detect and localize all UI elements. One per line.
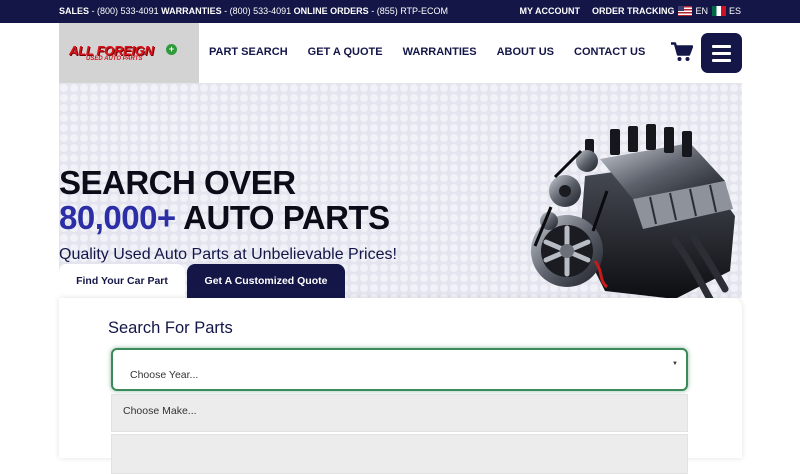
logo-tagline: USED AUTO PARTS: [86, 56, 143, 62]
warranties-label: WARRANTIES: [161, 6, 222, 16]
model-select[interactable]: [111, 434, 688, 474]
main-nav: PART SEARCH GET A QUOTE WARRANTIES ABOUT…: [209, 46, 665, 58]
chevron-down-icon: ▼: [672, 361, 678, 367]
site-logo[interactable]: ALL FOREIGN + USED AUTO PARTS: [59, 23, 199, 83]
contact-numbers: SALES - (800) 533-4091 WARRANTIES - (800…: [59, 6, 448, 16]
hero-headline-line2: 80,000+ AUTO PARTS: [59, 199, 390, 237]
main-header: ALL FOREIGN + USED AUTO PARTS PART SEARC…: [0, 23, 800, 83]
tab-find-your-car-part[interactable]: Find Your Car Part: [59, 264, 185, 298]
hamburger-menu-icon: [712, 45, 731, 48]
account-links: MY ACCOUNT ORDER TRACKING EN ES: [507, 6, 741, 16]
lang-en-link[interactable]: EN: [695, 6, 708, 16]
nav-get-a-quote[interactable]: GET A QUOTE: [308, 46, 383, 58]
nav-part-search[interactable]: PART SEARCH: [209, 46, 288, 58]
tab-get-customized-quote[interactable]: Get A Customized Quote: [187, 264, 345, 298]
search-panel-title: Search For Parts: [108, 319, 233, 337]
search-panel: Search For Parts Choose Year... ▼ Choose…: [59, 298, 742, 474]
cart-icon[interactable]: [671, 42, 693, 62]
online-orders-label: ONLINE ORDERS: [293, 6, 369, 16]
hero-subheadline: Quality Used Auto Parts at Unbelievable …: [59, 246, 397, 263]
nav-about-us[interactable]: ABOUT US: [497, 46, 554, 58]
online-orders-phone[interactable]: - (855) RTP-ECOM: [371, 6, 448, 16]
my-account-link[interactable]: MY ACCOUNT: [519, 6, 580, 16]
warranties-phone[interactable]: - (800) 533-4091: [224, 6, 291, 16]
mexico-flag-icon[interactable]: [711, 6, 726, 16]
order-tracking-link[interactable]: ORDER TRACKING: [592, 6, 675, 16]
nav-warranties[interactable]: WARRANTIES: [403, 46, 477, 58]
hero-headline-rest: AUTO PARTS: [175, 199, 390, 236]
make-select-placeholder: Choose Make...: [123, 405, 197, 417]
nav-contact-us[interactable]: CONTACT US: [574, 46, 645, 58]
top-contact-bar: SALES - (800) 533-4091 WARRANTIES - (800…: [0, 0, 800, 23]
hamburger-line: [712, 52, 731, 55]
logo-plus-badge-icon: +: [166, 44, 177, 55]
make-select[interactable]: Choose Make...: [111, 394, 688, 432]
sales-label: SALES: [59, 6, 90, 16]
hero-parts-count: 80,000+: [59, 199, 176, 236]
us-flag-icon[interactable]: [678, 6, 693, 16]
lang-es-link[interactable]: ES: [729, 6, 741, 16]
hero-headline-line1: SEARCH OVER: [59, 164, 296, 201]
engine-image: [531, 124, 735, 298]
hamburger-line: [712, 59, 731, 62]
hamburger-menu-button[interactable]: [701, 33, 742, 73]
sales-phone[interactable]: - (800) 533-4091: [92, 6, 159, 16]
year-select-placeholder: Choose Year...: [130, 369, 199, 381]
year-select[interactable]: Choose Year... ▼: [111, 348, 688, 391]
